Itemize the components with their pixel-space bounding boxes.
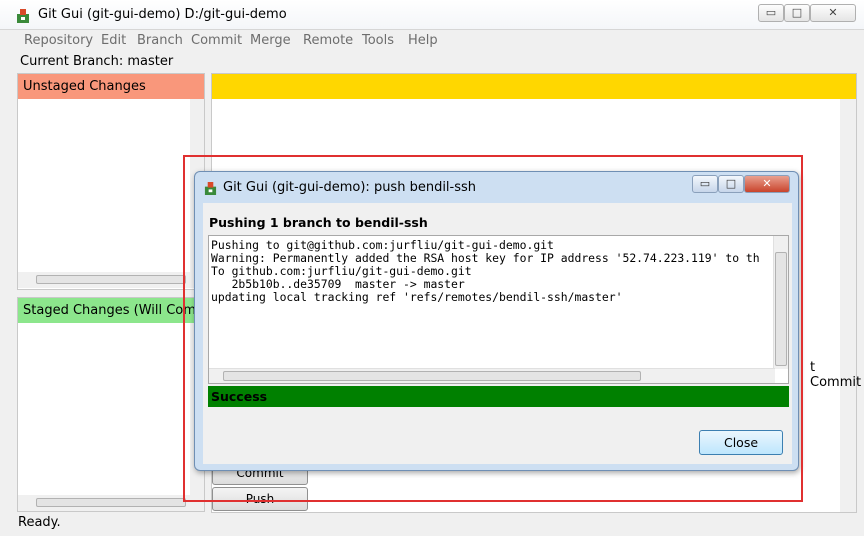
highlight-annotation xyxy=(183,155,803,502)
minimize-button[interactable]: ▭ xyxy=(758,4,784,22)
menu-branch[interactable]: Branch xyxy=(137,33,183,48)
minimize-icon: ▭ xyxy=(765,6,777,19)
staged-scroll-thumb[interactable] xyxy=(36,498,186,507)
commit-partial-label: t Commit xyxy=(810,360,862,390)
maximize-icon: □ xyxy=(791,6,803,19)
close-icon: ✕ xyxy=(828,6,838,19)
menu-help[interactable]: Help xyxy=(408,33,438,48)
diff-vertical-scrollbar[interactable] xyxy=(840,99,856,512)
staged-changes-header: Staged Changes (Will Commit) xyxy=(18,298,204,323)
maximize-button[interactable]: □ xyxy=(784,4,810,22)
menu-commit[interactable]: Commit xyxy=(191,33,242,48)
current-branch-label: Current Branch: master xyxy=(20,54,174,69)
git-icon xyxy=(17,9,29,23)
menu-merge[interactable]: Merge xyxy=(250,33,291,48)
diff-header xyxy=(212,74,856,99)
unstaged-changes-pane[interactable]: Unstaged Changes xyxy=(17,73,205,290)
unstaged-changes-header: Unstaged Changes xyxy=(18,74,204,99)
unstaged-scroll-thumb[interactable] xyxy=(36,275,186,284)
menu-edit[interactable]: Edit xyxy=(101,33,126,48)
status-bar: Ready. xyxy=(18,515,61,530)
menu-bar: Repository Edit Branch Commit Merge Remo… xyxy=(16,31,858,51)
menu-repository[interactable]: Repository xyxy=(24,33,93,48)
close-button[interactable]: ✕ xyxy=(810,4,856,22)
window-title: Git Gui (git-gui-demo) D:/git-gui-demo xyxy=(38,7,287,22)
staged-changes-pane[interactable]: Staged Changes (Will Commit) xyxy=(17,297,205,512)
unstaged-horizontal-scrollbar[interactable] xyxy=(18,272,204,288)
title-bar: Git Gui (git-gui-demo) D:/git-gui-demo ▭… xyxy=(0,0,864,30)
staged-horizontal-scrollbar[interactable] xyxy=(18,495,204,511)
menu-remote[interactable]: Remote xyxy=(303,33,353,48)
menu-tools[interactable]: Tools xyxy=(362,33,394,48)
